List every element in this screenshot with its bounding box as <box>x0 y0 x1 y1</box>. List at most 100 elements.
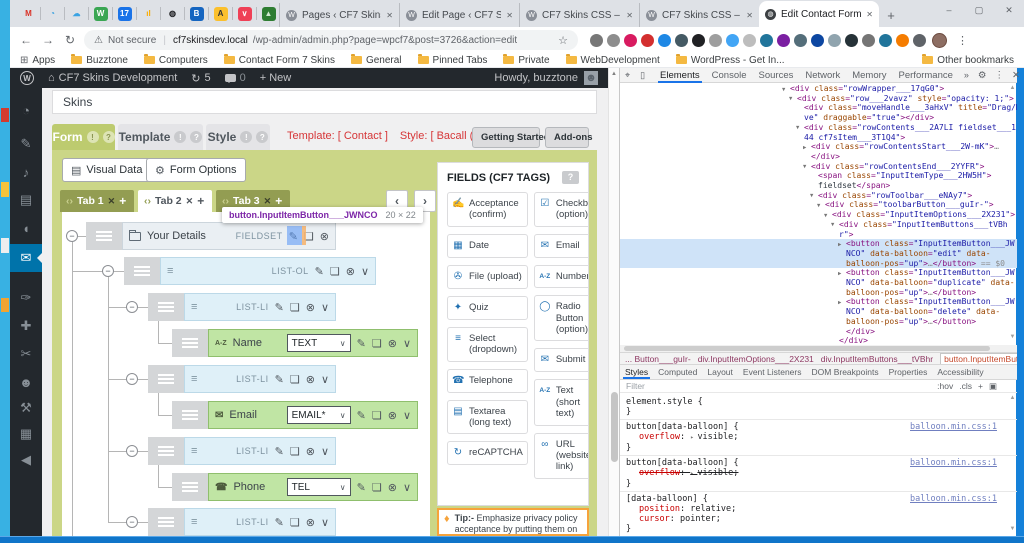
extension-icon[interactable] <box>913 33 926 47</box>
styles-toggle[interactable]: + <box>978 381 983 392</box>
css-property[interactable]: overflow: ▸ visible; <box>626 432 1011 443</box>
dom-node-line[interactable]: </div> <box>620 327 1017 337</box>
tab-style[interactable]: Style!? <box>206 124 270 150</box>
styles-tab-computed[interactable]: Computed <box>653 365 702 379</box>
styles-toggle[interactable]: :hov <box>937 381 953 392</box>
drag-handle[interactable] <box>86 222 122 250</box>
styles-tab-properties[interactable]: Properties <box>884 365 933 379</box>
field-button-url[interactable]: ∞ URL (website link) <box>533 432 588 479</box>
hscroll-thumb[interactable] <box>624 346 990 351</box>
duplicate-icon[interactable]: ❏ <box>330 265 340 278</box>
dom-node-line[interactable]: ▼ <div class="rowContentsEnd___2YYFR"> <box>620 162 1017 172</box>
devtools-tab-console[interactable]: Console <box>706 68 753 83</box>
elements-scroll-up[interactable]: ▲ <box>1008 85 1017 91</box>
edit-icon[interactable]: ✎ <box>275 373 284 386</box>
delete-icon[interactable]: ⊗ <box>306 301 315 314</box>
dom-node-line[interactable]: ▶ <div class="rowContentsStart___2W-mK">… <box>620 142 1017 152</box>
security-label[interactable]: Not secure <box>108 35 156 46</box>
styles-rules[interactable]: element.style {} button[data-balloon] {ba… <box>620 393 1017 536</box>
field-button-text[interactable]: A-Z Text (short text) <box>533 379 588 426</box>
site-name-menu[interactable]: ⌂ CF7 Skins Development <box>48 72 177 84</box>
drag-handle[interactable] <box>172 401 208 429</box>
css-rule[interactable]: [data-balloon] {balloon.min.css:1 positio… <box>620 492 1017 536</box>
new-content-menu[interactable]: + New <box>260 72 292 84</box>
bookmark-folder[interactable]: Buzztone <box>71 54 128 66</box>
dom-node-line[interactable]: ▼ <div class="row___2vavz" style="opacity… <box>620 94 1017 104</box>
sidebar-item-plugins[interactable]: ✚ <box>10 312 42 340</box>
form-options-button[interactable]: ⚙ Form Options <box>146 158 246 182</box>
taskbar-app-icon[interactable] <box>1 298 9 312</box>
chevron-down-icon[interactable]: ∨ <box>361 265 369 278</box>
field-type-select[interactable]: EMAIL* ∨ <box>286 406 351 424</box>
pinned-tab-cloud-app[interactable]: ☁ <box>66 4 87 24</box>
field-button-email[interactable]: ✉ Email <box>533 233 588 258</box>
breadcrumb-item[interactable]: div.InputItemButtons___tVBhr <box>821 354 933 364</box>
sidebar-item-posts[interactable]: ✎ <box>10 130 42 158</box>
devtools-tab-network[interactable]: Network <box>799 68 846 83</box>
more-tabs-icon[interactable]: » <box>959 70 974 80</box>
styles-tab-layout[interactable]: Layout <box>702 365 738 379</box>
close-button[interactable]: ✕ <box>994 0 1024 20</box>
scroll-thumb[interactable] <box>611 392 618 462</box>
add-tab-icon[interactable]: + <box>119 194 126 208</box>
collapse-toggle[interactable]: − <box>66 230 78 242</box>
pinned-tab-globe-dark[interactable]: ◍ <box>162 4 183 24</box>
add-tab-icon[interactable]: + <box>197 194 204 208</box>
extension-icon[interactable] <box>845 33 858 47</box>
browser-tab[interactable]: W CF7 Skins CSS – Folders & File ✕ <box>519 3 639 27</box>
wordpress-logo-icon[interactable]: W <box>20 71 34 85</box>
breadcrumb-item[interactable]: div.InputItemOptions___2X231 <box>698 354 814 364</box>
bookmark-folder[interactable]: WebDevelopment <box>565 54 660 66</box>
devtools-tab-elements[interactable]: Elements <box>654 68 706 83</box>
collapse-toggle[interactable]: − <box>126 445 138 457</box>
account-menu[interactable]: Howdy, buzztone ☻ <box>494 71 598 85</box>
field-button-radio[interactable]: ◯ Radio Button (option) <box>533 295 588 342</box>
inspect-element-icon[interactable]: ⌖ <box>620 70 635 81</box>
bookmark-folder[interactable]: Contact Form 7 Skins <box>223 54 335 66</box>
sidebar-item-contact-form[interactable]: ✉ <box>10 244 42 272</box>
dom-node-line[interactable]: balloon-pos="up">…</button> <box>620 288 1017 298</box>
pinned-tab-green-tree[interactable]: ▲ <box>258 4 279 24</box>
styles-toggle[interactable]: ▣ <box>989 381 997 392</box>
devtools-close-icon[interactable]: ✕ <box>1008 70 1024 81</box>
css-source-link[interactable]: balloon.min.css:1 <box>910 458 997 468</box>
sidebar-item-dashboard[interactable]: ◔ <box>10 96 42 124</box>
help-badge[interactable]: ? <box>562 171 579 184</box>
field-type-select[interactable]: TEXT ∨ <box>286 334 351 352</box>
browser-profile-avatar[interactable] <box>932 32 947 48</box>
browser-tab[interactable]: ◍ Edit Contact Form ‹ CF7 Skins ✕ <box>759 1 879 27</box>
dom-node-line[interactable]: </div> <box>620 336 1017 345</box>
bookmark-folder[interactable]: Private <box>503 54 550 66</box>
browser-tab[interactable]: W CF7 Skins CSS – Classes | CF7 ✕ <box>639 3 759 27</box>
edit-icon[interactable]: ✎ <box>275 516 284 529</box>
elements-tree[interactable]: ▼ <div class="rowWrapper___17qG0"> ▼ <div c… <box>620 83 1017 345</box>
tab-template[interactable]: Template!? <box>118 124 203 150</box>
badge-help[interactable]: ? <box>256 131 269 143</box>
extension-icon[interactable] <box>726 33 739 47</box>
devtools-tab-sources[interactable]: Sources <box>753 68 800 83</box>
add-tab-icon[interactable]: + <box>275 194 282 208</box>
extension-icon[interactable] <box>607 33 620 47</box>
visual-data-button[interactable]: ▤ Visual Data <box>62 158 152 182</box>
maximize-button[interactable]: ▢ <box>964 0 994 20</box>
dom-node-line[interactable]: ▼ <div class="rowWrapper___17qG0"> <box>620 84 1017 94</box>
css-property[interactable]: overflow: ▸ visible; <box>626 468 1011 479</box>
page-scrollbar[interactable]: ▲ <box>608 68 619 536</box>
extension-icon[interactable] <box>828 33 841 47</box>
styles-tab-styles[interactable]: Styles <box>620 365 653 379</box>
chevron-down-icon[interactable]: ∨ <box>403 409 411 422</box>
extension-icon[interactable] <box>760 33 773 47</box>
dom-node-line[interactable]: NCO" data-balloon="delete" data- <box>620 307 1017 317</box>
extension-icon[interactable] <box>624 33 637 47</box>
sidebar-item-settings[interactable]: ▦ <box>10 420 42 448</box>
css-source-link[interactable]: balloon.min.css:1 <box>910 422 997 432</box>
sidebar-item-cf7-skins[interactable]: ✂ <box>10 340 42 368</box>
field-button-checkbox[interactable]: ☑Checkbox (option) <box>533 192 588 227</box>
field-button-textarea[interactable]: ▤ Textarea (long text) <box>447 399 528 435</box>
dom-node-line[interactable]: r"> <box>620 230 1017 240</box>
delete-icon[interactable]: ⊗ <box>320 230 329 243</box>
dom-node-line[interactable]: balloon-pos="up">…</button> <box>620 317 1017 327</box>
add-ons-button[interactable]: Add-ons <box>545 127 593 148</box>
dom-node-line[interactable]: ▼ <div class="rowToolbar___eNAy7"> <box>620 191 1017 201</box>
extension-icon[interactable] <box>675 33 688 47</box>
